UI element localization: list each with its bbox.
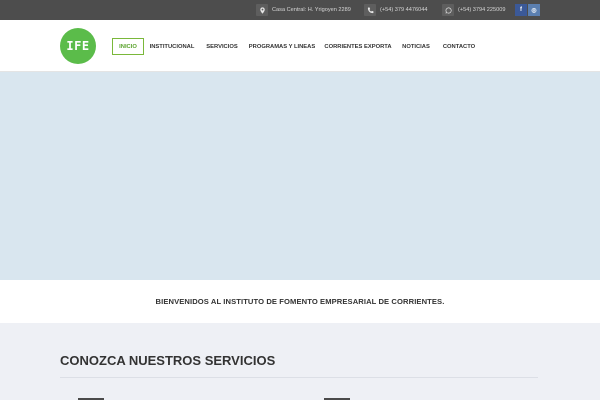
whatsapp-icon <box>442 4 454 16</box>
phone-text: (+54) 379 4476044 <box>380 7 428 13</box>
welcome-text: BIENVENIDOS AL INSTITUTO DE FOMENTO EMPR… <box>155 297 445 306</box>
phone-icon <box>364 4 376 16</box>
whatsapp-info[interactable]: (+54) 3794 225009 <box>442 0 505 20</box>
hero-banner <box>0 72 600 280</box>
services-section: CONOZCA NUESTROS SERVICIOS <box>0 323 600 400</box>
services-title: CONOZCA NUESTROS SERVICIOS <box>60 353 276 368</box>
facebook-icon[interactable]: f <box>515 4 527 16</box>
nav-servicios[interactable]: SERVICIOS <box>204 38 240 55</box>
address-info: Casa Central: H. Yrigoyen 2289 <box>256 0 351 20</box>
nav-contacto[interactable]: CONTACTO <box>440 38 478 55</box>
whatsapp-text: (+54) 3794 225009 <box>458 7 506 13</box>
location-pin-icon <box>256 4 268 16</box>
nav-corrientes-exporta[interactable]: CORRIENTES EXPORTA <box>324 38 392 55</box>
instagram-icon[interactable]: ◎ <box>528 4 540 16</box>
top-bar: Casa Central: H. Yrigoyen 2289 (+54) 379… <box>0 0 600 20</box>
services-divider <box>60 377 538 378</box>
site-header: IFE INICIO INSTITUCIONAL SERVICIOS PROGR… <box>0 20 600 72</box>
nav-institucional[interactable]: INSTITUCIONAL <box>148 38 196 55</box>
phone-info[interactable]: (+54) 379 4476044 <box>364 0 427 20</box>
nav-programas-y-lineas[interactable]: PROGRAMAS Y LINEAS <box>248 38 316 55</box>
logo-text: IFE <box>66 39 90 53</box>
address-text: Casa Central: H. Yrigoyen 2289 <box>272 7 351 13</box>
site-logo[interactable]: IFE <box>60 28 96 64</box>
welcome-section: BIENVENIDOS AL INSTITUTO DE FOMENTO EMPR… <box>0 280 600 323</box>
nav-noticias[interactable]: NOTICIAS <box>400 38 432 55</box>
nav-inicio[interactable]: INICIO <box>112 38 144 55</box>
